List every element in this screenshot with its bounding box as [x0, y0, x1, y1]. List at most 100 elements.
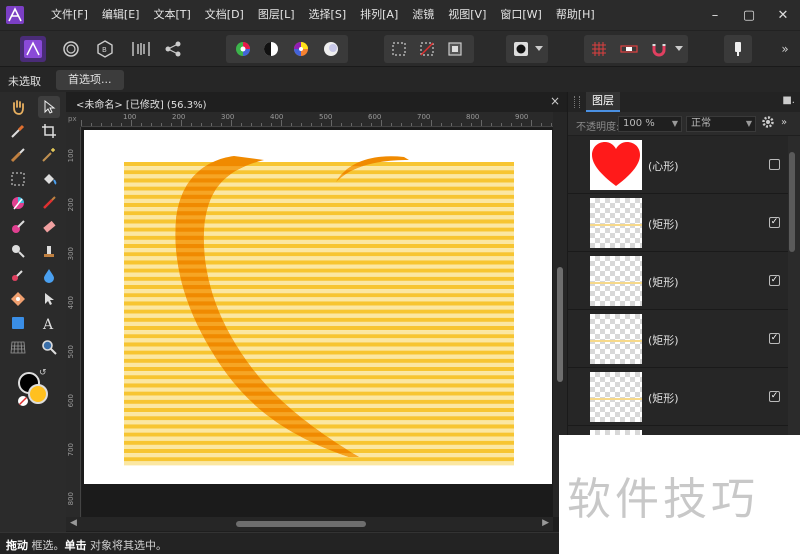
close-document-icon[interactable]: × [550, 94, 560, 108]
preferences-button[interactable]: 首选项... [56, 70, 124, 90]
marquee-select-icon[interactable] [386, 36, 412, 62]
grid-snap-icon[interactable] [586, 36, 612, 62]
healing-brush-icon[interactable] [7, 264, 29, 286]
stripe-gap [124, 338, 514, 343]
node-tool-icon[interactable] [38, 288, 60, 310]
vector-shape-tool-icon[interactable] [7, 288, 29, 310]
mesh-warp-icon[interactable] [7, 336, 29, 358]
close-window-button[interactable]: ✕ [766, 0, 800, 30]
snapping-dropdown-icon[interactable] [672, 36, 686, 62]
export-persona-icon[interactable]: B [92, 36, 118, 62]
share-icon[interactable] [160, 36, 186, 62]
assistant-icon[interactable] [725, 36, 751, 62]
white-balance-icon[interactable] [318, 36, 344, 62]
designer-persona-icon[interactable] [20, 36, 46, 62]
no-fill-icon[interactable] [18, 396, 28, 406]
stripe-bar [124, 301, 514, 306]
color-swatch-secondary[interactable] [28, 384, 48, 404]
rectangle-tool-icon[interactable] [7, 312, 29, 334]
snap-guides-icon[interactable] [616, 36, 642, 62]
menu-select[interactable]: 选择[S] [302, 0, 354, 30]
layer-row[interactable]: (心形) [568, 136, 788, 194]
stripe-gap [124, 387, 514, 392]
snapping-magnet-icon[interactable] [646, 36, 672, 62]
minimize-button[interactable]: – [698, 0, 732, 30]
scroll-left-arrow-icon[interactable]: ◀ [70, 518, 77, 528]
status-bold-drag: 拖动 [6, 539, 28, 552]
canvas-horizontal-scroll-thumb[interactable] [236, 521, 366, 527]
menu-window[interactable]: 窗口[W] [493, 0, 548, 30]
swap-colors-icon[interactable]: ↺ [39, 368, 47, 378]
layer-row[interactable]: (矩形) ✓ [568, 252, 788, 310]
stripe-bar [124, 391, 514, 396]
toolbar-overflow-icon[interactable]: » [776, 36, 794, 62]
menu-layer[interactable]: 图层[L] [251, 0, 302, 30]
paint-brush-icon[interactable] [38, 192, 60, 214]
clone-stamp-icon[interactable] [38, 240, 60, 262]
opacity-field[interactable]: 100 % ▼ [618, 116, 682, 132]
levels-icon[interactable] [258, 36, 284, 62]
deselect-icon[interactable] [414, 36, 440, 62]
layer-row[interactable]: (矩形) ✓ [568, 310, 788, 368]
zoom-tool-icon[interactable] [38, 336, 60, 358]
menu-edit[interactable]: 编辑[E] [95, 0, 147, 30]
stripe-bar [124, 186, 514, 191]
blend-mode-select[interactable]: 正常 ▼ [686, 116, 756, 132]
panel-menu-icon[interactable]: ■. [782, 95, 795, 106]
menu-text[interactable]: 文本[T] [146, 0, 197, 30]
menu-arrange[interactable]: 排列[A] [353, 0, 405, 30]
mask-dropdown-icon[interactable] [532, 36, 546, 62]
document-tab[interactable]: <未命名> [已修改] (56.3%) × [66, 92, 566, 112]
layer-row[interactable]: (矩形) ✓ [568, 194, 788, 252]
canvas-horizontal-scrollbar[interactable]: ◀ ▶ [66, 517, 553, 531]
gear-icon[interactable] [761, 115, 775, 132]
canvas-area[interactable] [82, 128, 553, 517]
layer-row[interactable]: (矩形) ✓ [568, 368, 788, 426]
layer-visibility-checkbox[interactable]: ✓ [769, 275, 780, 286]
color-picker-tool-icon[interactable] [7, 120, 29, 142]
layer-visibility-checkbox[interactable]: ✓ [769, 217, 780, 228]
flood-fill-icon[interactable] [38, 168, 60, 190]
artboard[interactable] [84, 130, 552, 484]
ruler-top-ticks [81, 120, 552, 126]
ruler-unit[interactable]: px [66, 112, 81, 127]
crop-tool-icon[interactable] [38, 120, 60, 142]
mask-icon[interactable] [508, 36, 534, 62]
blur-tool-icon[interactable] [38, 264, 60, 286]
panel-grip-icon[interactable] [574, 96, 580, 108]
move-tool-icon[interactable] [38, 96, 60, 118]
paint-brush-color-icon[interactable] [7, 192, 29, 214]
stripe-gap [124, 166, 514, 171]
selection-brush-icon[interactable] [7, 144, 29, 166]
pixel-persona-icon[interactable] [58, 36, 84, 62]
chevron-down-icon: ▼ [745, 119, 752, 128]
menu-help[interactable]: 帮助[H] [549, 0, 602, 30]
layer-visibility-checkbox[interactable]: ✓ [769, 333, 780, 344]
layers-scroll-thumb[interactable] [789, 152, 795, 252]
text-tool-icon[interactable]: A [38, 312, 60, 334]
scroll-right-arrow-icon[interactable]: ▶ [542, 518, 549, 528]
menu-file[interactable]: 文件[F] [44, 0, 95, 30]
dodge-tool-icon[interactable] [7, 240, 29, 262]
canvas-vertical-scroll-thumb[interactable] [557, 267, 563, 382]
marquee-tool-icon[interactable] [7, 168, 29, 190]
distribute-icon[interactable] [128, 36, 154, 62]
menu-view[interactable]: 视图[V] [441, 0, 493, 30]
layer-visibility-checkbox[interactable] [769, 159, 780, 170]
invert-selection-icon[interactable] [442, 36, 468, 62]
more-icon[interactable]: » [781, 117, 787, 128]
artwork[interactable] [84, 130, 552, 484]
stripe-bar [124, 375, 514, 380]
pixel-brush-icon[interactable] [7, 216, 29, 238]
layer-visibility-checkbox[interactable]: ✓ [769, 391, 780, 402]
maximize-button[interactable]: ▢ [732, 0, 766, 30]
hsl-icon[interactable] [230, 36, 256, 62]
menu-document[interactable]: 文档[D] [198, 0, 251, 30]
eraser-tool-icon[interactable] [38, 216, 60, 238]
tab-layers[interactable]: 图层 [586, 92, 620, 112]
color-wheel-icon[interactable] [288, 36, 314, 62]
menu-filters[interactable]: 滤镜 [405, 0, 441, 30]
magic-wand-icon[interactable] [38, 144, 60, 166]
ruler-top: 100 200 300 400 500 600 700 800 900 [81, 112, 553, 127]
hand-tool-icon[interactable] [7, 96, 29, 118]
